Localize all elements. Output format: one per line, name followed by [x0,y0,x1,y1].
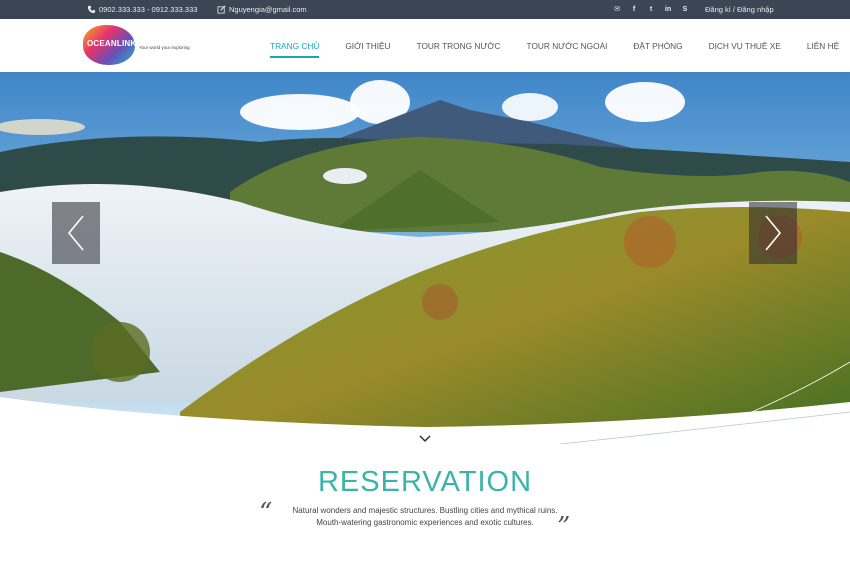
nav-item-international-tours[interactable]: TOUR NƯỚC NGOÀI [527,19,608,72]
top-bar: 0902.333.333 - 0912.333.333 Nguyengia@gm… [0,0,850,19]
nav-item-about[interactable]: GIỚI THIỆU [345,19,390,72]
phone-icon [86,5,96,15]
site-logo[interactable]: OCEANLINK Your world your exploring [83,22,190,66]
logo-tagline: Your world your exploring [139,45,190,50]
hero-landscape-image [0,72,850,444]
logo-brand: OCEANLINK [87,39,137,48]
twitter-icon[interactable]: t [646,4,656,14]
social-links: ✉ f t in S [612,4,690,14]
slider-prev-button[interactable] [52,202,100,264]
login-link[interactable]: Đăng nhập [737,5,774,14]
facebook-icon[interactable]: f [629,4,639,14]
auth-links: Đăng kí / Đăng nhập [705,0,774,19]
edit-icon [216,5,226,15]
chevron-right-icon [765,215,782,251]
reservation-description-line-2: Mouth-watering gastronomic experiences a… [316,518,534,527]
linkedin-icon[interactable]: in [663,4,673,14]
email-text: Nguyengia@gmail.com [229,5,307,14]
slider-next-button[interactable] [749,202,797,264]
phone-text: 0902.333.333 - 0912.333.333 [99,5,198,14]
mail-icon[interactable]: ✉ [612,4,622,14]
chevron-left-icon [67,215,84,251]
reservation-heading: RESERVATION [317,466,533,498]
hero-slider [0,72,850,444]
nav-item-car-rental[interactable]: DỊCH VỤ THUÊ XE [709,19,781,72]
nav-item-booking[interactable]: ĐẶT PHÒNG [633,19,682,72]
chevron-down-icon [419,435,431,443]
phone-contact[interactable]: 0902.333.333 - 0912.333.333 [86,0,197,19]
email-contact[interactable]: Nguyengia@gmail.com [216,0,307,19]
quote-close-icon: ” [557,512,571,542]
nav-item-domestic-tours[interactable]: TOUR TRONG NƯỚC [417,19,501,72]
auth-separator: / [732,5,735,14]
nav-item-contact[interactable]: LIÊN HỆ [807,19,839,72]
reservation-description-line-1: Natural wonders and majestic structures.… [292,506,558,515]
skype-icon[interactable]: S [680,4,690,14]
nav-item-home[interactable]: TRANG CHỦ [270,19,320,72]
main-nav: TRANG CHỦ GIỚI THIỆU TOUR TRONG NƯỚC TOU… [270,19,850,72]
site-header: OCEANLINK Your world your exploring TRAN… [0,19,850,72]
register-link[interactable]: Đăng kí [705,5,731,14]
